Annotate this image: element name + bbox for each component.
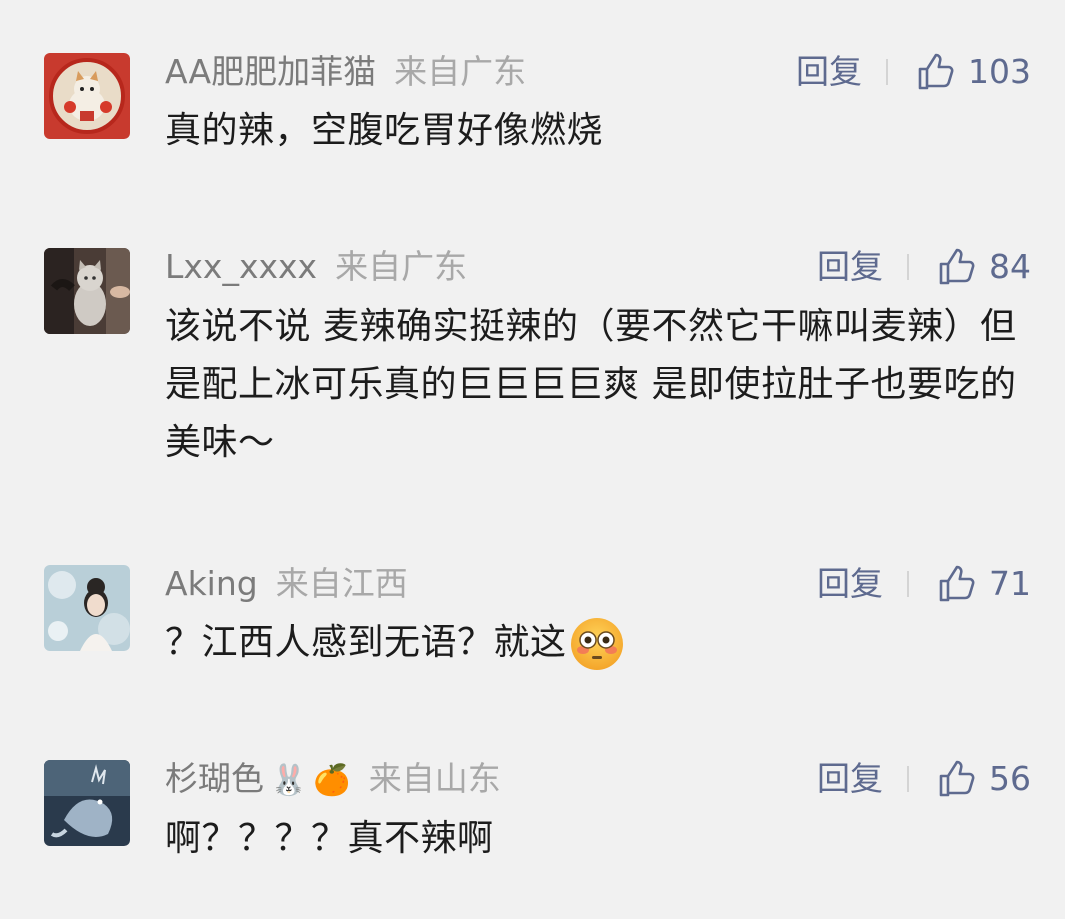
user-line: AA肥肥加菲猫 来自广东 [165, 50, 526, 94]
comment-actions: 回复 103 [796, 50, 1031, 94]
divider [907, 254, 909, 280]
location-label: 来自江西 [275, 564, 408, 603]
comment-text: 该说不说 麦辣确实挺辣的（要不然它干嘛叫麦辣）但是配上冰可乐真的巨巨巨巨爽 是即… [165, 306, 1017, 463]
divider [886, 59, 888, 85]
comment-text-line: ？江西人感到无语？就这 [165, 614, 1025, 672]
kitten-photo-avatar-icon [44, 248, 130, 334]
user-line: Lxx_xxxx 来自广东 [165, 245, 467, 289]
fantasy-creature-avatar-icon [44, 760, 130, 846]
cat-new-year-avatar-icon [44, 53, 130, 139]
username[interactable]: AA肥肥加菲猫 [165, 52, 376, 91]
like-count: 103 [968, 52, 1031, 91]
comment-actions: 回复 84 [817, 245, 1031, 289]
comment-text: ？江西人感到无语？就这 [165, 622, 567, 663]
thumbs-up-icon[interactable] [937, 759, 977, 799]
like-count: 71 [989, 564, 1031, 603]
divider [907, 571, 909, 597]
reply-button[interactable]: 回复 [817, 757, 883, 801]
location-label: 来自山东 [368, 759, 501, 798]
comment-actions: 回复 71 [817, 562, 1031, 606]
thumbs-up-icon[interactable] [937, 564, 977, 604]
username[interactable]: 杉瑚色 [165, 759, 264, 798]
thumbs-up-icon[interactable] [916, 52, 956, 92]
comment-text: 啊？？？？真不辣啊 [165, 818, 494, 859]
comment-actions: 回复 56 [817, 757, 1031, 801]
girl-portrait-avatar-icon [44, 565, 130, 651]
reply-button[interactable]: 回复 [796, 50, 862, 94]
like-count: 56 [989, 759, 1031, 798]
username[interactable]: Aking [165, 564, 258, 603]
comment-text: 真的辣，空腹吃胃好像燃烧 [165, 110, 604, 151]
avatar[interactable] [44, 248, 130, 334]
avatar[interactable] [44, 760, 130, 846]
user-line: 杉瑚色 🐰 🍊 来自山东 [165, 757, 501, 801]
reply-button[interactable]: 回复 [817, 562, 883, 606]
location-label: 来自广东 [335, 247, 468, 286]
orange-badge-icon: 🍊 [313, 762, 351, 798]
username[interactable]: Lxx_xxxx [165, 247, 317, 286]
like-count: 84 [989, 247, 1031, 286]
rabbit-badge-icon: 🐰 [270, 762, 308, 798]
divider [907, 766, 909, 792]
location-label: 来自广东 [394, 52, 527, 91]
avatar[interactable] [44, 565, 130, 651]
user-line: Aking 来自江西 [165, 562, 408, 606]
thumbs-up-icon[interactable] [937, 247, 977, 287]
avatar[interactable] [44, 53, 130, 139]
flushed-face-emoji [570, 618, 623, 670]
reply-button[interactable]: 回复 [817, 245, 883, 289]
